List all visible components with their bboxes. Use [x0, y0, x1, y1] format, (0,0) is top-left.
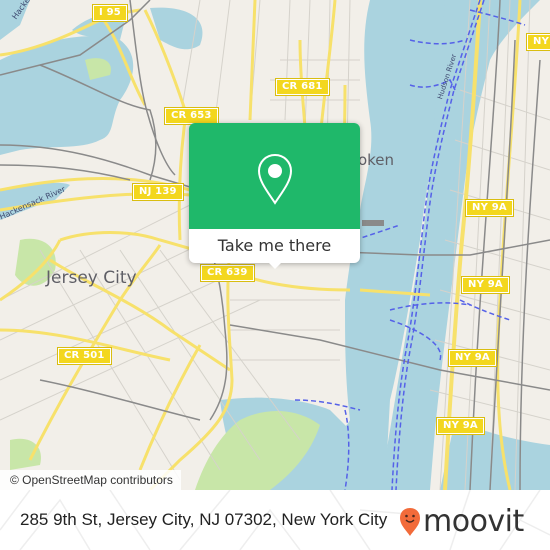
address-text: 285 9th St, Jersey City, NJ 07302, New Y…: [20, 510, 388, 529]
road-shield-cr639: CR 639: [200, 264, 255, 282]
popup-tail: [267, 261, 283, 269]
road-shield-cr653: CR 653: [164, 107, 219, 125]
road-shield-ny9a-4: NY 9A: [448, 349, 497, 367]
road-shield-i95: I 95: [92, 4, 128, 22]
road-shield-ny9a-3: NY 9A: [461, 276, 510, 294]
map-attribution[interactable]: © OpenStreetMap contributors: [0, 470, 181, 490]
road-shield-cr681: CR 681: [275, 78, 330, 96]
take-me-there-button[interactable]: Take me there: [189, 229, 360, 263]
place-label-jersey-city: Jersey City: [46, 268, 137, 288]
road-shield-ny9a-1: NY 9A: [526, 33, 550, 51]
map-canvas[interactable]: Jersey City Hoboken Hackensack River Hac…: [0, 0, 550, 490]
footer-bar: 285 9th St, Jersey City, NJ 07302, New Y…: [0, 490, 550, 550]
moovit-wordmark: moovit: [423, 504, 524, 539]
map-pin-icon: [257, 153, 293, 205]
pier: [362, 220, 384, 226]
road-shield-ny9a-2: NY 9A: [465, 199, 514, 217]
moovit-pin-face-icon: [400, 508, 420, 536]
moovit-logo[interactable]: moovit: [399, 504, 524, 540]
road-shield-cr501: CR 501: [57, 347, 112, 365]
road-shield-ny9a-5: NY 9A: [436, 417, 485, 435]
popup-header: [189, 123, 360, 229]
destination-popup: Take me there: [189, 123, 360, 269]
road-shield-nj139: NJ 139: [132, 183, 184, 201]
